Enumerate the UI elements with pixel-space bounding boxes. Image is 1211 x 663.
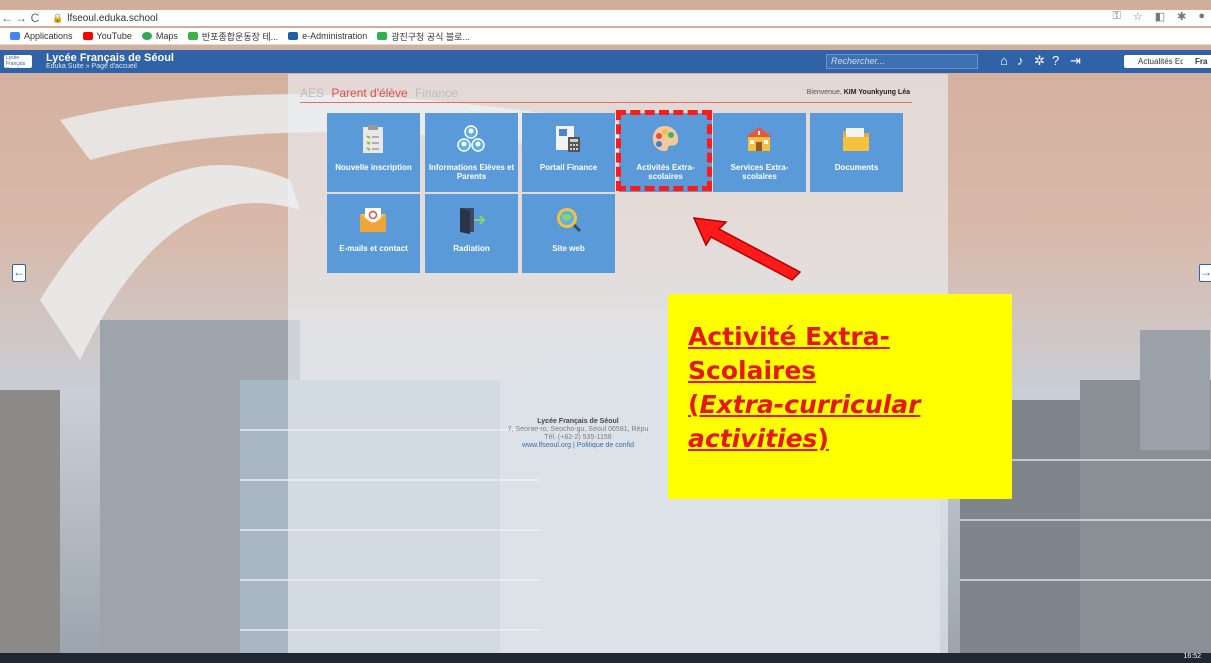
address-bar[interactable]: lfseoul.eduka.school [67, 13, 158, 24]
user-name: KIM Younkyung Léa [843, 89, 910, 96]
blog-icon [377, 32, 388, 40]
tab-parent[interactable]: Parent d'élève [331, 86, 407, 100]
screenshot-page: { "browser": { "url": "lfseoul.eduka.sch… [0, 0, 1211, 663]
invoice-icon [556, 126, 580, 152]
next-arrow-icon[interactable]: → [1199, 264, 1211, 282]
bookmark-banpo[interactable]: 반포종합운동장 테... [187, 30, 278, 43]
footer-school-name: Lycée Français de Séoul [537, 418, 619, 425]
youtube-icon [82, 32, 93, 40]
school-icon [746, 127, 772, 151]
footer-links[interactable]: www.lfseoul.org | Politique de confid [488, 442, 668, 450]
search-input[interactable]: Rechercher... [826, 54, 978, 69]
callout-line-1: Activité Extra- [688, 322, 890, 351]
bookmark-maps[interactable]: Maps [141, 31, 178, 41]
forward-icon[interactable]: → [14, 11, 28, 25]
envelope-icon [360, 208, 386, 232]
tile-informations-eleves-parents[interactable]: Informations Elèves et Parents [425, 113, 518, 192]
apps-grid-icon [10, 32, 20, 40]
clock: 16:52 [1183, 653, 1201, 660]
previous-arrow-icon[interactable]: ← [12, 264, 26, 282]
tab-aes[interactable]: AES [300, 86, 324, 100]
bookmark-gwangjin[interactable]: 광진구청 공식 블로... [377, 30, 470, 43]
callout-line-4: activities) [688, 424, 829, 453]
callout-line-3: (Extra-curricular [688, 390, 921, 419]
tile-site-web[interactable]: Site web [522, 194, 615, 273]
home-icon[interactable]: ⌂ [1000, 53, 1008, 68]
tile-emails-contact[interactable]: E-mails et contact [327, 194, 420, 273]
language-selector[interactable]: Fra [1183, 55, 1211, 68]
tile-services-extra-scolaires[interactable]: Services Extra-scolaires [713, 113, 806, 192]
bookmark-applications[interactable]: Applications [10, 31, 73, 41]
annotation-callout: Activité Extra- Scolaires (Extra-curricu… [668, 294, 1012, 499]
bookmark-e-administration[interactable]: e-Administration [288, 31, 367, 41]
tile-documents[interactable]: Documents [810, 113, 903, 192]
bookmarks-bar: Applications YouTube Maps 반포종합운동장 테... e… [0, 28, 1211, 45]
red-arrow-icon [692, 217, 802, 281]
welcome-text: Bienvenue, KIM Younkyung Léa [806, 89, 910, 96]
reload-icon[interactable]: C [28, 11, 42, 25]
people-icon [457, 125, 485, 152]
key-icon[interactable]: ⚿ [1112, 10, 1120, 23]
tile-nouvelle-inscription[interactable]: Nouvelle inscription [327, 113, 420, 192]
extension-icon[interactable]: ◧ [1155, 10, 1165, 23]
exit-door-icon [460, 208, 486, 234]
site-icon [288, 32, 299, 40]
globe-search-icon [557, 208, 582, 233]
tile-portail-finance[interactable]: Portail Finance [522, 113, 615, 192]
app-header: Lycée Français Séoul Lycée Français de S… [0, 50, 1211, 73]
folder-icon [843, 128, 869, 151]
os-taskbar: 16:52 [0, 653, 1211, 663]
tab-underline [300, 102, 912, 103]
footer-phone: Tél. (+82-2) 535-1158 [544, 434, 612, 441]
callout-line-2: Scolaires [688, 356, 817, 385]
bell-icon[interactable]: ♪ [1017, 53, 1024, 68]
bookmark-youtube[interactable]: YouTube [82, 31, 132, 41]
settings-icon[interactable]: ✲ [1034, 53, 1045, 69]
back-icon[interactable]: ← [0, 11, 14, 25]
footer-address: 7, Seorae-ro, Seocho-gu, Séoul 06581, Ré… [507, 426, 649, 433]
highlight-dashed-box [616, 110, 712, 191]
lock-icon[interactable]: 🔒 [52, 13, 63, 24]
profile-avatar[interactable]: ● [1198, 10, 1205, 23]
help-icon[interactable]: ? [1052, 53, 1059, 68]
browser-toolbar: ← → C 🔒 lfseoul.eduka.school ⚿ ☆ ◧ ✱ ● [0, 10, 1211, 26]
clipboard-icon [363, 125, 383, 153]
page-footer: Lycée Français de Séoul 7, Seorae-ro, Se… [488, 418, 668, 450]
school-logo[interactable]: Lycée Français Séoul [4, 55, 32, 73]
site-icon [187, 32, 198, 40]
star-icon[interactable]: ☆ [1133, 10, 1143, 23]
breadcrumb[interactable]: Eduka Suite » Page d'accueil [46, 63, 137, 70]
puzzle-icon[interactable]: ✱ [1177, 10, 1186, 23]
portal-tabs: AES Parent d'élève Finance [300, 86, 462, 100]
tile-radiation[interactable]: Radiation [425, 194, 518, 273]
logout-icon[interactable]: ⇥ [1070, 53, 1081, 69]
tab-finance[interactable]: Finance [415, 86, 458, 100]
map-pin-icon [141, 32, 152, 40]
browser-actions: ⚿ ☆ ◧ ✱ ● [1112, 10, 1205, 23]
